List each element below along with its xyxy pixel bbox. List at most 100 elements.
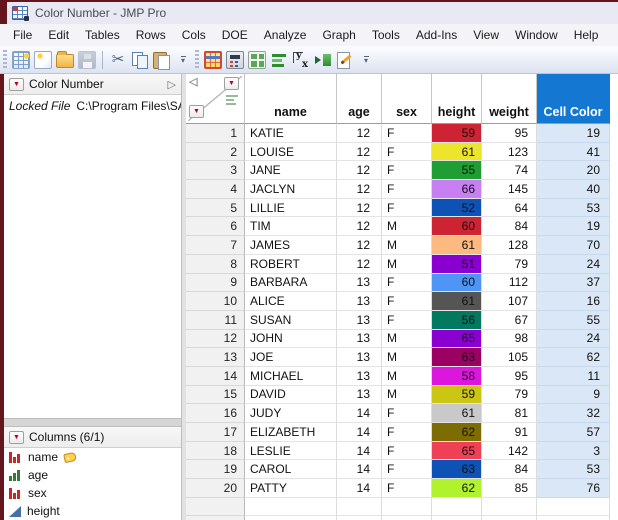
column-header-weight[interactable]: weight [482,74,537,124]
row-number-cell[interactable]: 9 [186,273,245,293]
sex-cell[interactable]: F [382,273,432,293]
name-cell[interactable]: CAROL [245,460,337,480]
weight-cell[interactable]: 123 [482,142,537,162]
name-cell[interactable]: MICHAEL [245,366,337,386]
weight-cell[interactable]: 112 [482,273,537,293]
weight-cell[interactable]: 107 [482,292,537,311]
height-cell[interactable]: 61 [432,292,482,311]
panel-disclosure-icon[interactable]: ▷ [168,78,176,91]
row-number-cell[interactable]: 1 [186,124,245,143]
weight-cell[interactable]: 128 [482,236,537,255]
height-cell[interactable]: 65 [432,329,482,349]
panel-splitter[interactable] [4,418,181,427]
row-number-cell[interactable]: 16 [186,404,245,423]
column-header-age[interactable]: age [337,74,382,124]
cell-color-cell[interactable]: 37 [537,273,610,293]
weight-cell[interactable]: 79 [482,254,537,274]
sex-cell[interactable]: F [382,124,432,143]
height-cell[interactable]: 55 [432,161,482,181]
name-cell[interactable]: PATTY [245,479,337,498]
row-number-cell[interactable]: 20 [186,479,245,498]
sex-cell[interactable]: F [382,460,432,480]
name-cell[interactable]: SUSAN [245,310,337,330]
formula-icon[interactable] [226,50,244,69]
sex-cell[interactable]: F [382,292,432,311]
row-number-cell[interactable]: 17 [186,423,245,442]
name-cell[interactable]: JOHN [245,329,337,349]
data-table-icon[interactable] [204,50,222,69]
name-cell[interactable]: LOUISE [245,142,337,162]
age-cell[interactable]: 12 [337,198,382,218]
menu-item[interactable]: Rows [128,25,174,45]
name-cell[interactable]: ALICE [245,292,337,311]
column-list-item[interactable]: name [4,448,181,466]
sex-cell[interactable]: F [382,142,432,162]
menu-item[interactable]: View [465,25,507,45]
sex-cell[interactable]: M [382,366,432,386]
height-cell[interactable]: 61 [432,404,482,423]
age-cell[interactable]: 13 [337,329,382,349]
cell-color-cell[interactable]: 9 [537,385,610,405]
weight-cell[interactable]: 79 [482,385,537,405]
weight-cell[interactable]: 95 [482,366,537,386]
age-cell[interactable]: 14 [337,404,382,423]
weight-cell[interactable]: 84 [482,217,537,237]
age-cell[interactable]: 12 [337,180,382,199]
weight-cell[interactable]: 105 [482,348,537,367]
cell-color-cell[interactable]: 11 [537,366,610,386]
row-number-cell[interactable]: 3 [186,161,245,181]
age-cell[interactable]: 14 [337,423,382,442]
sex-cell[interactable]: M [382,385,432,405]
name-cell[interactable]: LESLIE [245,441,337,461]
jmp-starter-icon[interactable] [248,50,266,69]
sex-cell[interactable]: F [382,441,432,461]
height-cell[interactable]: 56 [432,310,482,330]
name-cell[interactable]: JACLYN [245,180,337,199]
row-number-cell[interactable]: 7 [186,236,245,255]
sex-cell[interactable]: F [382,479,432,498]
weight-cell[interactable]: 67 [482,310,537,330]
age-cell[interactable]: 12 [337,124,382,143]
fit-y-by-x-icon[interactable] [292,50,310,70]
height-cell[interactable]: 65 [432,441,482,461]
row-number-cell[interactable]: 8 [186,254,245,274]
menu-item[interactable]: Help [566,25,607,45]
cell-color-cell[interactable]: 53 [537,198,610,218]
name-cell[interactable]: JANE [245,161,337,181]
toolbar-grip[interactable] [195,49,199,70]
toolbar-overflow-button[interactable] [360,50,372,70]
age-cell[interactable]: 12 [337,236,382,255]
cell-color-cell[interactable]: 16 [537,292,610,311]
name-cell[interactable]: BARBARA [245,273,337,293]
column-header-height[interactable]: height [432,74,482,124]
columns-panel-menu-button[interactable]: ▼ [9,430,24,444]
weight-cell[interactable]: 81 [482,404,537,423]
column-list-item[interactable]: sex [4,484,181,502]
cell-color-cell[interactable]: 76 [537,479,610,498]
sex-cell[interactable]: M [382,217,432,237]
cell-color-cell[interactable]: 24 [537,329,610,349]
cell-color-cell[interactable]: 55 [537,310,610,330]
height-cell[interactable]: 60 [432,217,482,237]
height-cell[interactable]: 59 [432,124,482,143]
height-cell[interactable]: 61 [432,236,482,255]
name-cell[interactable]: ROBERT [245,254,337,274]
row-number-cell[interactable]: 4 [186,180,245,199]
toolbar-grip[interactable] [3,49,7,70]
cell-color-cell[interactable]: 57 [537,423,610,442]
sex-cell[interactable]: M [382,348,432,367]
height-cell[interactable]: 62 [432,479,482,498]
weight-cell[interactable]: 74 [482,161,537,181]
age-cell[interactable]: 14 [337,479,382,498]
height-cell[interactable]: 52 [432,198,482,218]
height-cell[interactable]: 51 [432,254,482,274]
menu-item[interactable]: Analyze [256,25,315,45]
row-number-cell[interactable]: 10 [186,292,245,311]
columns-menu-button[interactable]: ▼ [224,77,239,90]
sex-cell[interactable]: M [382,329,432,349]
age-cell[interactable]: 13 [337,366,382,386]
menu-item[interactable]: Add-Ins [408,25,465,45]
sex-cell[interactable]: F [382,161,432,181]
sex-cell[interactable]: F [382,404,432,423]
save-icon[interactable] [78,50,96,69]
